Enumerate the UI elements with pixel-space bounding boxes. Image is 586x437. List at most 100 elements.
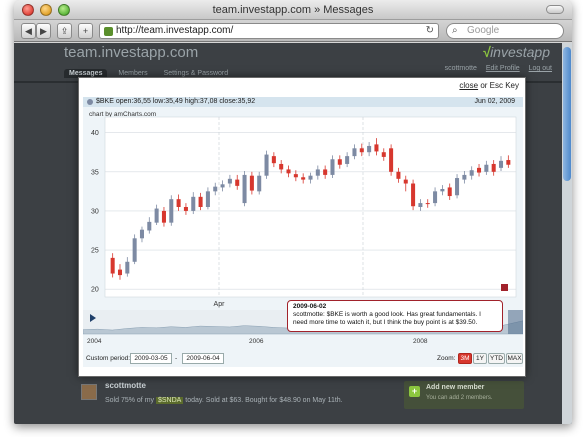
candle-body[interactable] [433, 191, 438, 204]
candle-body[interactable] [462, 174, 467, 180]
annotation-marker-icon[interactable] [501, 284, 508, 291]
candle-body[interactable] [330, 159, 335, 175]
y-tick-label: 35 [91, 169, 99, 176]
search-icon: ⌕ [452, 25, 458, 36]
candle-body[interactable] [220, 184, 225, 188]
end-date-input[interactable]: 2009-06-04 [182, 353, 224, 364]
add-bookmark-button[interactable]: + [78, 23, 93, 39]
candle-body[interactable] [337, 159, 342, 165]
candle-body[interactable] [381, 152, 386, 157]
candle-body[interactable] [139, 229, 144, 239]
custom-period-label: Custom period: [86, 355, 131, 362]
close-link[interactable]: close [459, 81, 478, 90]
edit-profile-link[interactable]: Edit Profile [486, 65, 520, 72]
address-bar[interactable]: http://team.investapp.com/ ↻ [99, 23, 439, 39]
zoom-3m-button[interactable]: 3M [458, 353, 472, 364]
candle-body[interactable] [147, 221, 152, 231]
candle-body[interactable] [455, 178, 460, 196]
candle-body[interactable] [403, 179, 408, 184]
candle-body[interactable] [477, 167, 482, 173]
candle-body[interactable] [323, 169, 328, 175]
candle-body[interactable] [506, 160, 511, 165]
username-link[interactable]: scottmotte [445, 65, 477, 72]
candle-body[interactable] [132, 238, 137, 262]
page-scrollbar[interactable] [562, 43, 572, 424]
candle-body[interactable] [264, 154, 269, 176]
candle-body[interactable] [279, 163, 284, 170]
back-button[interactable]: ◀ [21, 23, 36, 39]
forward-button[interactable]: ▶ [36, 23, 51, 39]
candle-body[interactable] [374, 144, 379, 152]
candle-body[interactable] [491, 163, 496, 172]
candle-body[interactable] [154, 208, 159, 223]
start-date-input[interactable]: 2009-03-05 [130, 353, 172, 364]
annotation-callout: 2009-06-02 scottmotte: $BKE is worth a g… [287, 300, 503, 332]
year-label: 2004 [87, 338, 102, 345]
candle-body[interactable] [440, 189, 445, 192]
window-title: team.investapp.com » Messages [212, 4, 374, 16]
navigator-selection[interactable] [508, 310, 523, 334]
candle-body[interactable] [257, 175, 262, 192]
chart-legend: $BKE open:36,55 low:35,49 high:37,08 clo… [83, 97, 523, 107]
add-member-box: + Add new member You can add 2 members. [404, 381, 524, 409]
y-tick-label: 30 [91, 208, 99, 215]
ticker-tag[interactable]: $SNDA [155, 397, 184, 404]
user-links: scottmotte Edit Profile Log out [438, 65, 552, 72]
candle-body[interactable] [293, 174, 298, 178]
candle-body[interactable] [183, 207, 188, 211]
candle-body[interactable] [418, 203, 423, 207]
candle-body[interactable] [125, 261, 130, 274]
candle-body[interactable] [117, 269, 123, 276]
toolbar-toggle-button[interactable] [546, 5, 564, 14]
zoom-max-button[interactable]: MAX [506, 353, 523, 364]
reload-icon[interactable]: ↻ [426, 24, 434, 38]
candle-body[interactable] [205, 191, 210, 207]
browser-toolbar: ◀ ▶ ⇪ + http://team.investapp.com/ ↻ ⌕ G… [14, 20, 572, 42]
candle-body[interactable] [161, 210, 166, 223]
site-brand[interactable]: team.investapp.com [64, 44, 198, 61]
candle-body[interactable] [169, 199, 174, 223]
candle-body[interactable] [235, 179, 240, 186]
logout-link[interactable]: Log out [529, 65, 552, 72]
feed-author[interactable]: scottmotte [105, 381, 146, 390]
candle-body[interactable] [227, 178, 232, 184]
browser-window: team.investapp.com » Messages ◀ ▶ ⇪ + ht… [14, 0, 572, 424]
modal-close: close or Esc Key [459, 81, 519, 90]
candle-body[interactable] [249, 175, 254, 191]
candle-body[interactable] [315, 169, 320, 176]
candle-body[interactable] [389, 148, 394, 172]
candle-body[interactable] [411, 183, 416, 207]
search-placeholder: Google [467, 25, 500, 36]
share-button[interactable]: ⇪ [57, 23, 72, 39]
candle-body[interactable] [198, 196, 203, 207]
candle-body[interactable] [191, 196, 196, 211]
candle-body[interactable] [110, 257, 115, 274]
search-field[interactable]: ⌕ Google [446, 23, 564, 39]
candle-body[interactable] [271, 156, 276, 164]
annotation-date: 2009-06-02 [293, 303, 327, 310]
candle-body[interactable] [447, 187, 452, 197]
candle-body[interactable] [359, 148, 364, 153]
y-tick-label: 20 [91, 287, 99, 294]
candle-body[interactable] [425, 203, 430, 205]
candle-body[interactable] [498, 160, 504, 168]
candle-body[interactable] [484, 164, 489, 172]
candle-body[interactable] [213, 186, 218, 192]
zoom-1y-button[interactable]: 1Y [473, 353, 487, 364]
plot-background [104, 116, 517, 298]
candle-body[interactable] [469, 170, 474, 176]
scrollbar-thumb[interactable] [563, 47, 571, 181]
candle-body[interactable] [396, 171, 401, 179]
candle-body[interactable] [242, 174, 247, 204]
add-member-title[interactable]: Add new member [426, 384, 484, 391]
year-label: 2008 [413, 338, 428, 345]
candle-body[interactable] [345, 156, 350, 164]
candle-body[interactable] [352, 148, 357, 157]
candle-body[interactable] [286, 169, 291, 174]
candle-body[interactable] [176, 199, 181, 207]
candle-body[interactable] [308, 175, 313, 180]
title-bar: team.investapp.com » Messages [14, 0, 572, 20]
candle-body[interactable] [301, 177, 306, 180]
zoom-ytd-button[interactable]: YTD [488, 353, 505, 364]
candle-body[interactable] [367, 145, 372, 153]
